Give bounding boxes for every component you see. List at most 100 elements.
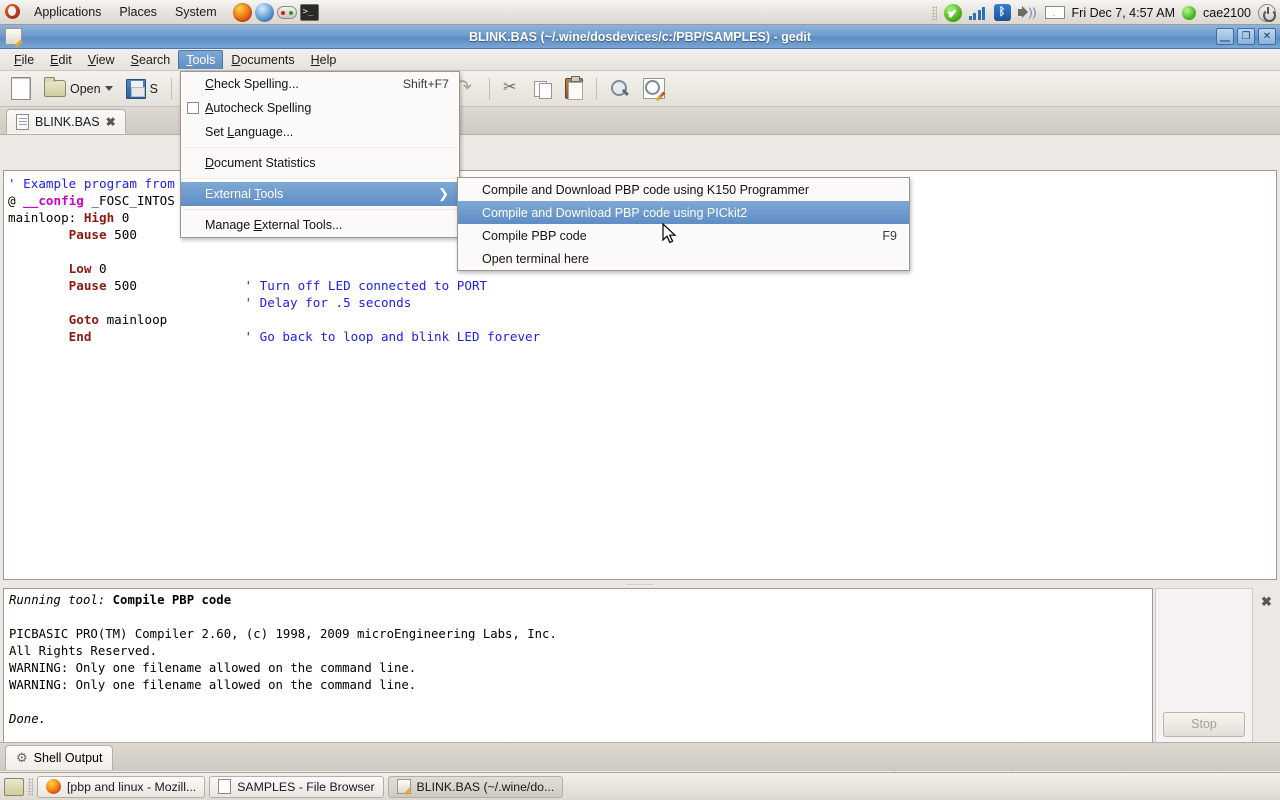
panel-grip: [932, 6, 937, 20]
menu-item-document-statistics-label: Document Statistics: [205, 156, 315, 170]
stop-button[interactable]: Stop: [1163, 712, 1245, 737]
output-line-rights: All Rights Reserved.: [9, 644, 157, 658]
signal-strength-icon[interactable]: [969, 6, 987, 20]
task-gedit[interactable]: BLINK.BAS (~/.wine/do...: [388, 776, 564, 798]
document-tab-blink-bas[interactable]: BLINK.BAS ✖: [6, 109, 126, 134]
show-desktop-icon[interactable]: [4, 778, 24, 796]
menu-item-manage-external-tools[interactable]: Manage External Tools...: [181, 213, 459, 237]
menu-item-check-spelling-accel: Shift+F7: [403, 77, 449, 91]
submenu-item-compile-pbp-accel: F9: [882, 229, 897, 243]
volume-icon[interactable]: )): [1018, 5, 1038, 20]
submenu-item-open-terminal-label: Open terminal here: [482, 252, 589, 266]
thunderbird-icon[interactable]: [255, 3, 274, 22]
user-status-icon[interactable]: [1182, 6, 1196, 20]
paste-icon: [565, 78, 583, 99]
menu-documents-label: ocuments: [240, 53, 294, 67]
chevron-down-icon[interactable]: [105, 86, 113, 91]
copy-button[interactable]: [529, 74, 557, 104]
submenu-item-compile-pbp[interactable]: Compile PBP code F9: [458, 224, 909, 247]
new-document-icon: [11, 77, 31, 100]
submenu-item-open-terminal[interactable]: Open terminal here: [458, 247, 909, 270]
output-line-warning-1: WARNING: Only one filename allowed on th…: [9, 661, 416, 675]
gnome-top-panel: Applications Places System >_ ᛒ )) Fri D…: [0, 0, 1280, 25]
cut-icon: ✂: [503, 79, 521, 98]
taskbar: [pbp and linux - Mozill... SAMPLES - Fil…: [0, 772, 1280, 800]
update-ok-icon[interactable]: [944, 4, 962, 22]
menu-item-manage-external-tools-label: Manage External Tools...: [205, 218, 342, 232]
firefox-icon: [46, 779, 61, 794]
system-tray: ᛒ )) Fri Dec 7, 4:57 AM cae2100: [932, 0, 1276, 25]
panel-close-icon[interactable]: ✖: [1261, 594, 1272, 610]
gedit-icon: [397, 779, 411, 794]
code-fragment-right-5: ' Go back to loop and blink LED forever: [199, 311, 540, 362]
cut-button[interactable]: ✂: [498, 74, 526, 104]
paste-button[interactable]: [560, 74, 588, 104]
shell-output-text[interactable]: Running tool: Compile PBP code PICBASIC …: [3, 588, 1153, 743]
toolbar-separator-1: [171, 78, 172, 100]
panel-menu-system[interactable]: System: [167, 3, 225, 21]
menu-separator-3: [182, 209, 458, 210]
menu-item-autocheck-spelling[interactable]: Autocheck Spelling: [181, 96, 459, 120]
external-tools-submenu: Compile and Download PBP code using K150…: [457, 177, 910, 271]
username-label[interactable]: cae2100: [1203, 6, 1251, 20]
gnome-foot-icon[interactable]: [4, 3, 23, 22]
menu-help[interactable]: Help: [303, 50, 345, 70]
task-firefox[interactable]: [pbp and linux - Mozill...: [37, 776, 205, 798]
mouse-cursor: [662, 223, 678, 247]
task-firefox-label: [pbp and linux - Mozill...: [67, 780, 196, 794]
maximize-button[interactable]: ❐: [1237, 28, 1255, 45]
open-button[interactable]: Open: [39, 74, 118, 104]
output-running-tool-name: Compile PBP code: [113, 593, 231, 607]
task-file-browser-label: SAMPLES - File Browser: [237, 780, 374, 794]
save-button[interactable]: S: [121, 74, 163, 104]
menu-item-external-tools[interactable]: External Tools ❯: [181, 182, 459, 206]
bluetooth-icon[interactable]: ᛒ: [994, 4, 1011, 21]
menu-documents[interactable]: Documents: [223, 50, 302, 70]
output-line-warning-2: WARNING: Only one filename allowed on th…: [9, 678, 416, 692]
menu-edit[interactable]: Edit: [42, 50, 80, 70]
minimize-button[interactable]: ⎽: [1216, 28, 1234, 45]
window-title: BLINK.BAS (~/.wine/dosdevices/c:/PBP/SAM…: [0, 30, 1280, 44]
menu-item-set-language[interactable]: Set Language...: [181, 120, 459, 144]
close-icon: ✕: [1259, 29, 1275, 44]
mail-icon[interactable]: [1045, 6, 1065, 19]
find-button[interactable]: [605, 74, 635, 104]
task-file-browser[interactable]: SAMPLES - File Browser: [209, 776, 383, 798]
submenu-item-pickit2[interactable]: Compile and Download PBP code using PICk…: [458, 201, 909, 224]
menu-item-set-language-label: Set Language...: [205, 125, 293, 139]
clock[interactable]: Fri Dec 7, 4:57 AM: [1072, 6, 1176, 20]
replace-button[interactable]: [638, 74, 670, 104]
terminal-icon[interactable]: >_: [300, 4, 319, 21]
firefox-icon[interactable]: [233, 3, 252, 22]
menu-item-autocheck-spelling-label: Autocheck Spelling: [205, 101, 311, 115]
submenu-item-compile-pbp-label: Compile PBP code: [482, 229, 587, 243]
panel-menu-applications[interactable]: Applications: [26, 3, 109, 21]
toolbar-separator-4: [596, 78, 597, 100]
new-document-button[interactable]: [6, 74, 36, 104]
checkbox-icon[interactable]: [187, 102, 199, 114]
menu-view[interactable]: View: [80, 50, 123, 70]
close-button[interactable]: ✕: [1258, 28, 1276, 45]
menu-tools[interactable]: Tools: [178, 50, 223, 69]
stop-button-label: Stop: [1191, 717, 1217, 731]
chevron-right-icon: ❯: [438, 186, 449, 202]
power-icon[interactable]: [1258, 4, 1276, 22]
output-line-done: Done.: [9, 712, 46, 726]
menu-item-external-tools-label: External Tools: [205, 187, 283, 201]
document-icon: [16, 114, 29, 130]
menu-search[interactable]: Search: [123, 50, 179, 70]
menu-file[interactable]: File: [6, 50, 42, 70]
save-button-label: S: [150, 82, 158, 96]
tab-close-icon[interactable]: ✖: [106, 115, 116, 129]
tab-shell-output[interactable]: ⚙ Shell Output: [5, 745, 113, 770]
menu-item-check-spelling[interactable]: Check Spelling... Shift+F7: [181, 72, 459, 96]
submenu-item-k150[interactable]: Compile and Download PBP code using K150…: [458, 178, 909, 201]
panel-menu-places[interactable]: Places: [111, 3, 165, 21]
panel-resize-grip[interactable]: ⋯⋯⋯: [0, 580, 1280, 588]
shell-output-panel: Running tool: Compile PBP code PICBASIC …: [0, 588, 1280, 735]
menu-item-check-spelling-label: Check Spelling...: [205, 77, 299, 91]
menu-item-document-statistics[interactable]: Document Statistics: [181, 151, 459, 175]
output-running-tool-label: Running tool:: [9, 593, 113, 607]
joystick-icon[interactable]: [277, 6, 297, 19]
output-tab-strip: ⚙ Shell Output: [0, 742, 1280, 770]
